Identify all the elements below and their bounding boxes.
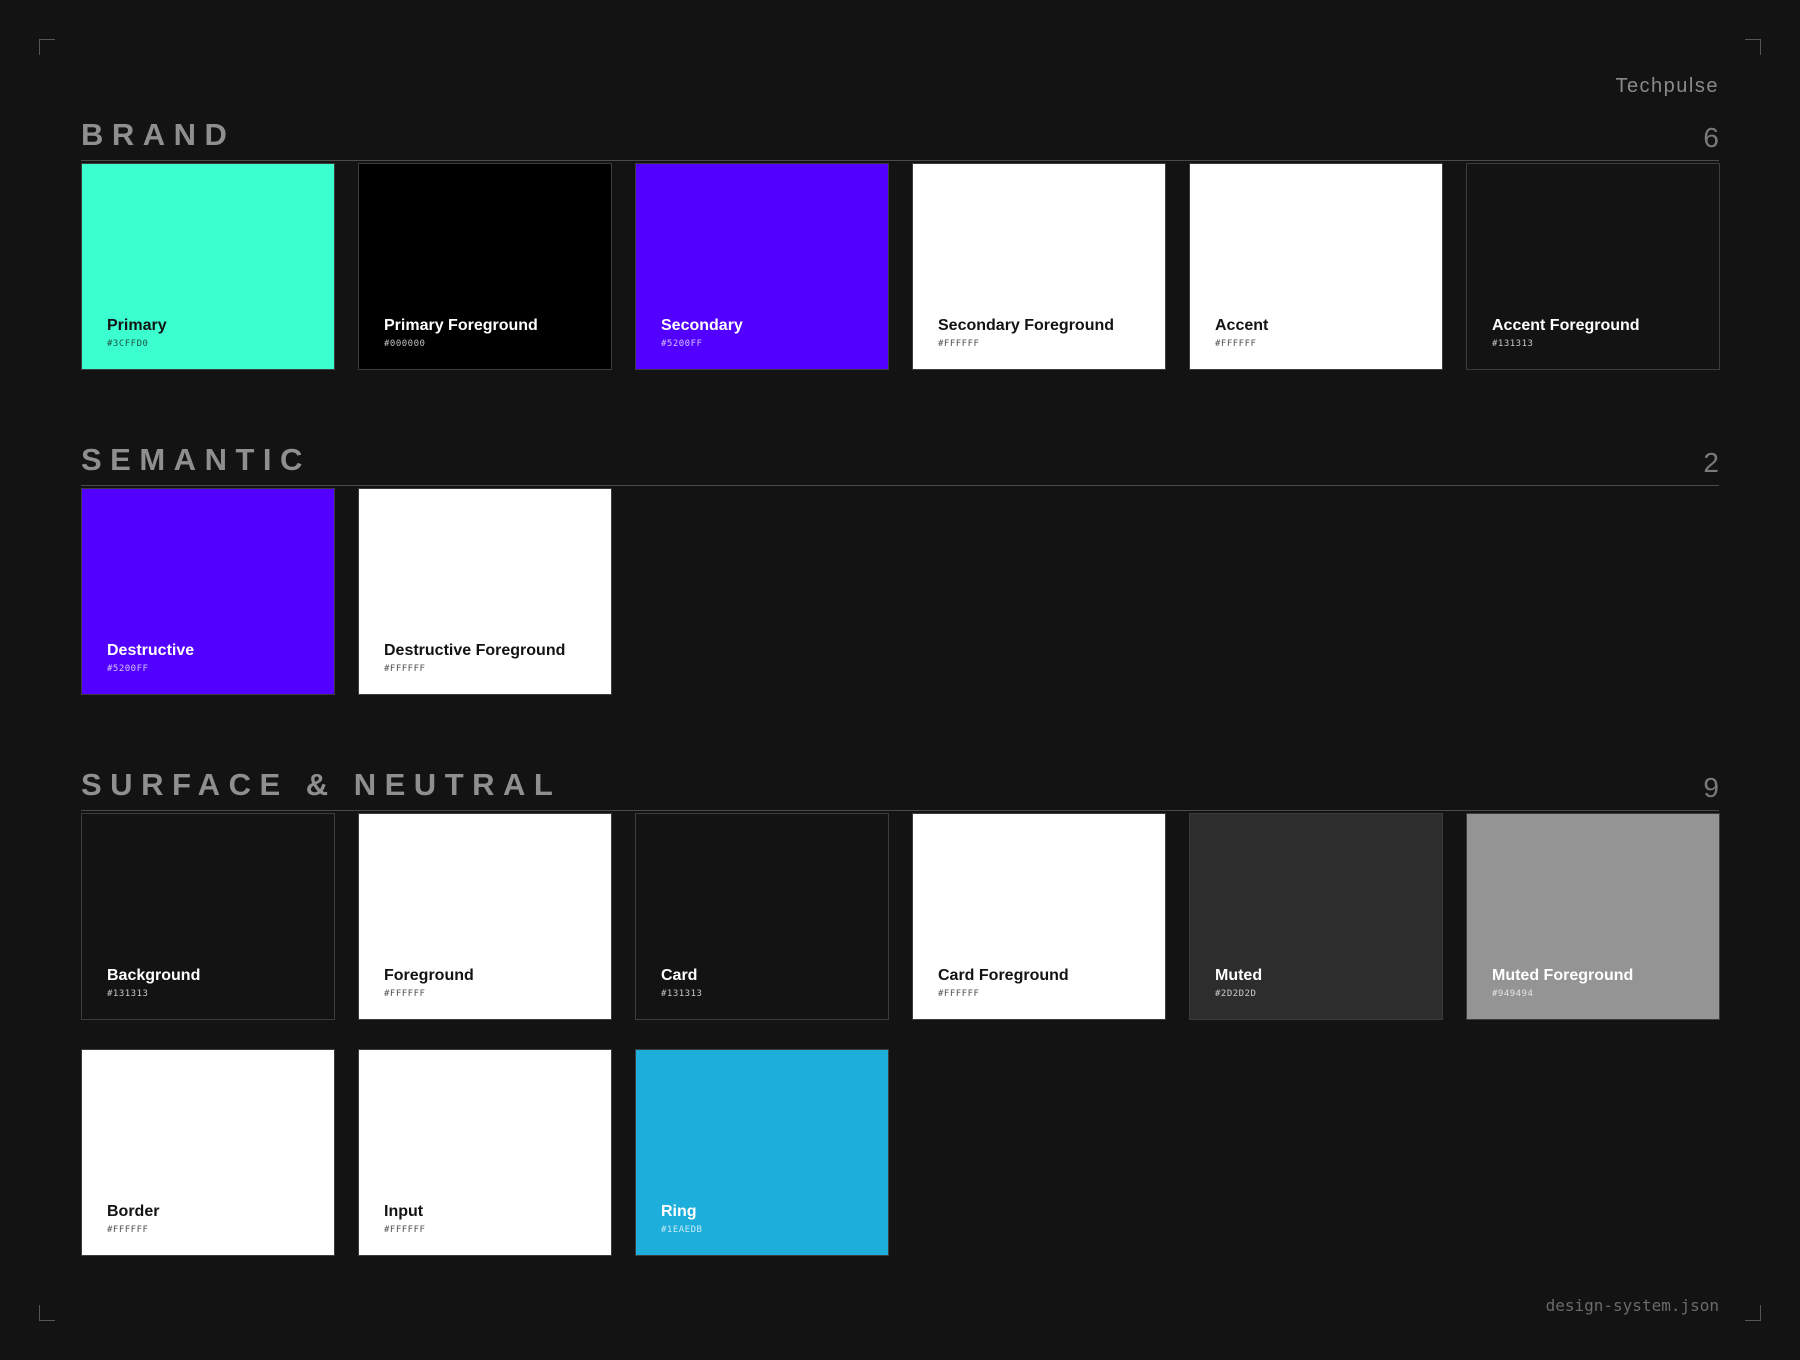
corner-mark-bottom-right: [1745, 1305, 1761, 1321]
swatch-label: Input: [384, 1203, 424, 1220]
swatch-card-foreground[interactable]: Card Foreground #FFFFFF: [912, 813, 1166, 1020]
section-header: SURFACE & NEUTRAL 9: [81, 767, 1719, 811]
swatch-label: Secondary Foreground: [938, 317, 1115, 334]
file-name: design-system.json: [1545, 1296, 1719, 1315]
swatch-primary[interactable]: Primary #3CFFD0: [81, 163, 335, 370]
section-header: SEMANTIC 2: [81, 442, 1719, 486]
swatch-label: Foreground: [384, 967, 474, 984]
swatch-label: Accent Foreground: [1492, 317, 1640, 334]
swatch-hex: #FFFFFF: [938, 989, 980, 999]
section-header: BRAND 6: [81, 117, 1719, 161]
swatch-secondary[interactable]: Secondary #5200FF: [635, 163, 889, 370]
swatch-hex: #5200FF: [107, 664, 149, 674]
swatch-destructive-foreground[interactable]: Destructive Foreground #FFFFFF: [358, 488, 612, 695]
swatch-label: Primary: [107, 317, 167, 334]
swatch-label: Card: [661, 967, 698, 984]
swatch-hex: #1EAEDB: [661, 1225, 703, 1235]
swatch-label: Secondary: [661, 317, 743, 334]
swatch-label: Card Foreground: [938, 967, 1069, 984]
section-brand: BRAND 6 Primary #3CFFD0 Primary Foregrou…: [81, 117, 1720, 370]
swatch-background[interactable]: Background #131313: [81, 813, 335, 1020]
swatch-label: Accent: [1215, 317, 1269, 334]
swatch-ring[interactable]: Ring #1EAEDB: [635, 1049, 889, 1256]
brand-name: Techpulse: [1615, 75, 1719, 97]
swatch-hex: #FFFFFF: [107, 1225, 149, 1235]
section-count: 2: [1703, 447, 1719, 478]
swatch-primary-foreground[interactable]: Primary Foreground #000000: [358, 163, 612, 370]
swatch-hex: #FFFFFF: [938, 339, 980, 349]
swatch-label: Muted: [1215, 967, 1263, 984]
swatch-hex: #2D2D2D: [1215, 989, 1257, 999]
corner-mark-top-left: [39, 39, 55, 55]
swatch-accent[interactable]: Accent #FFFFFF: [1189, 163, 1443, 370]
swatch-label: Background: [107, 967, 201, 984]
swatch-card[interactable]: Card #131313: [635, 813, 889, 1020]
swatch-grid: Background #131313 Foreground #FFFFFF Ca…: [81, 813, 1720, 1256]
swatch-border[interactable]: Border #FFFFFF: [81, 1049, 335, 1256]
swatch-hex: #131313: [1492, 339, 1534, 349]
swatch-muted[interactable]: Muted #2D2D2D: [1189, 813, 1443, 1020]
section-count: 9: [1703, 772, 1719, 803]
swatch-hex: #FFFFFF: [384, 989, 426, 999]
section-title: BRAND: [81, 117, 236, 152]
swatch-label: Muted Foreground: [1492, 967, 1634, 984]
section-title: SEMANTIC: [81, 442, 311, 477]
swatch-input[interactable]: Input #FFFFFF: [358, 1049, 612, 1256]
corner-mark-top-right: [1745, 39, 1761, 55]
swatch-hex: #131313: [661, 989, 703, 999]
swatch-label: Destructive: [107, 642, 195, 659]
swatch-foreground[interactable]: Foreground #FFFFFF: [358, 813, 612, 1020]
swatch-label: Border: [107, 1203, 160, 1220]
swatch-hex: #131313: [107, 989, 149, 999]
swatch-hex: #FFFFFF: [1215, 339, 1257, 349]
swatch-hex: #949494: [1492, 989, 1534, 999]
section-surface-neutral: SURFACE & NEUTRAL 9 Background #131313 F…: [81, 767, 1720, 1256]
swatch-label: Ring: [661, 1203, 697, 1220]
swatch-hex: #FFFFFF: [384, 664, 426, 674]
swatch-hex: #5200FF: [661, 339, 703, 349]
swatch-hex: #000000: [384, 339, 426, 349]
corner-mark-bottom-left: [39, 1305, 55, 1321]
swatch-hex: #3CFFD0: [107, 339, 149, 349]
section-count: 6: [1703, 122, 1719, 153]
swatch-grid: Primary #3CFFD0 Primary Foreground #0000…: [81, 163, 1720, 370]
swatch-destructive[interactable]: Destructive #5200FF: [81, 488, 335, 695]
swatch-secondary-foreground[interactable]: Secondary Foreground #FFFFFF: [912, 163, 1166, 370]
swatch-label: Destructive Foreground: [384, 642, 566, 659]
section-title: SURFACE & NEUTRAL: [81, 767, 562, 802]
swatch-grid: Destructive #5200FF Destructive Foregrou…: [81, 488, 1719, 695]
swatch-accent-foreground[interactable]: Accent Foreground #131313: [1466, 163, 1720, 370]
section-semantic: SEMANTIC 2 Destructive #5200FF Destructi…: [81, 442, 1719, 695]
swatch-hex: #FFFFFF: [384, 1225, 426, 1235]
swatch-label: Primary Foreground: [384, 317, 538, 334]
swatch-muted-foreground[interactable]: Muted Foreground #949494: [1466, 813, 1720, 1020]
